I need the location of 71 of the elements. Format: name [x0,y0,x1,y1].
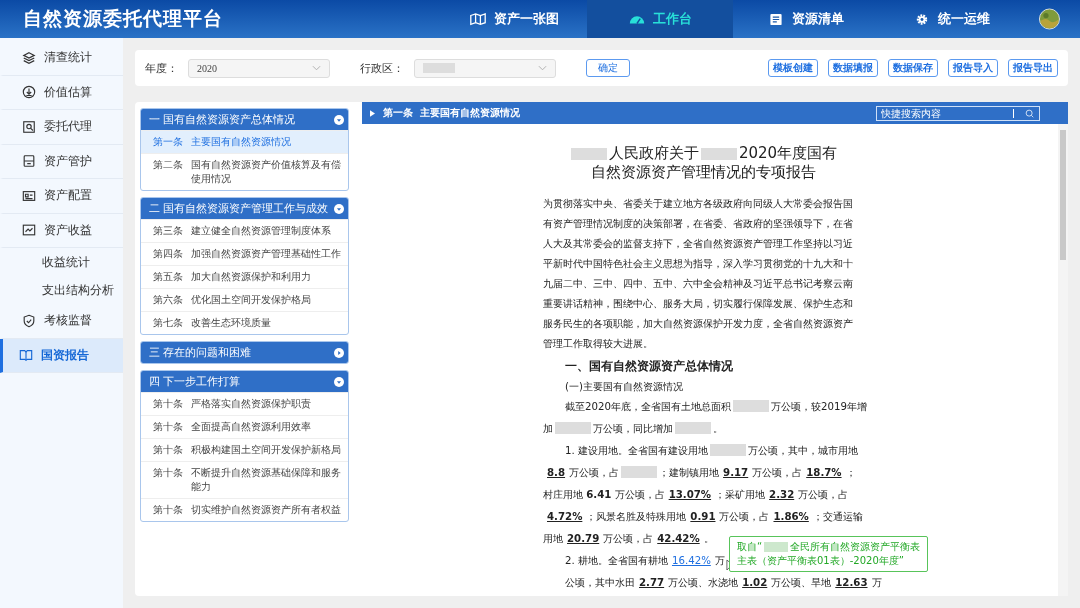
sidebar-item[interactable]: 资产管护 [0,144,123,179]
outline-item[interactable]: 第二条 国有自然资源资产价值核算及有偿使用情况 [141,153,348,190]
action-button[interactable]: 数据保存 [888,59,938,77]
outline-item[interactable]: 第一条 主要国有自然资源情况 [141,130,348,153]
source-tooltip: 取自“ 全民所有自然资源资产平衡表 主表（资产平衡表01表）-2020年度” [729,536,929,572]
sidebar-item[interactable]: 资产收益 [0,213,123,248]
paragraph: 截至2020年底，全省国有土地总面积 万公顷，较2019年增 加 万公顷，同比增加 。 [543,399,868,436]
action-button[interactable]: 报告导出 [1008,59,1058,77]
outline-item[interactable]: 第四条 加强自然资源资产管理基础性工作 [141,242,348,265]
paragraph-line: 公顷，其中水田 2.77 万公顷、水浇地 1.02 万公顷、旱地 12.63 万 [564,576,882,590]
id-card-icon [22,188,36,203]
drawer-icon [22,154,36,169]
select-field[interactable] [414,58,556,78]
value-link[interactable]: 16.42% [667,555,715,566]
map-icon [469,12,486,26]
collapse-icon [334,376,344,387]
subsection-heading: (一)主要国有自然资源情况 [564,380,684,394]
search-field[interactable]: 快捷搜索内容 [876,105,1040,121]
section-header[interactable]: 一 国有自然资源资产总体情况 [141,109,348,130]
section-header[interactable]: 四 下一步工作打算 [141,371,348,392]
sidebar-item[interactable]: 资产配置 [0,179,123,214]
confirm-button[interactable]: 确定 [586,59,630,77]
action-button[interactable]: 数据填报 [828,59,878,77]
nav-tab[interactable]: 资产一张图 [441,0,588,38]
sidebar-item[interactable]: 收益统计 [0,248,123,276]
breadcrumb: 第一条 主要国有自然资源情况 [383,106,520,120]
section-header[interactable]: 三 存在的问题和困难 [141,342,348,363]
outline-item[interactable]: 第十条 切实维护自然资源资产所有者权益 [141,498,348,521]
book-icon [19,348,33,363]
layers-icon [22,50,36,65]
nav-tab[interactable]: 资源清单 [733,0,880,38]
section-header[interactable]: 二 国有自然资源资产管理工作与成效 [141,198,348,219]
select-field[interactable]: 2020 [188,58,330,78]
outline-item[interactable]: 第十条 不断提升自然资源基础保障和服务能力 [141,461,348,498]
app-title: 自然资源委托代理平台 [22,6,224,31]
list-icon [768,12,785,26]
report-title: 人民政府关于 2020年度国有 自然资源资产管理情况的专项报告 [543,144,863,182]
sidebar-item[interactable]: 考核监督 [0,304,123,339]
filter-label: 行政区： [360,60,404,76]
sidebar-item[interactable]: 清查统计 [0,41,123,76]
chevron-down-icon [312,65,321,71]
sidebar-item[interactable]: 支出结构分析 [0,276,123,304]
outline-item[interactable]: 第七条 改善生态环境质量 [141,311,348,334]
section-heading: 一、国有自然资源资产总体情况 [564,358,734,375]
outline-item[interactable]: 第十条 积极构建国土空间开发保护新格局 [141,438,348,461]
play-icon [370,109,375,117]
nav-tab[interactable]: 工作台 [587,0,734,38]
sidebar-item[interactable]: 国资报告 [0,338,123,373]
filter-label: 年度： [145,60,178,76]
collapse-icon [334,203,344,214]
sidebar-item[interactable]: 价值估算 [0,75,123,110]
line-chart-icon [22,223,36,238]
outline-item[interactable]: 第十条 严格落实自然资源保护职责 [141,392,348,415]
nav-tab[interactable]: 统一运维 [879,0,1026,38]
outline-item[interactable]: 第五条 加大自然资源保护和利用力 [141,265,348,288]
outline-item[interactable]: 第三条 建立健全自然资源管理制度体系 [141,219,348,242]
expand-icon [334,347,344,358]
outline-item[interactable]: 第十条 全面提高自然资源利用效率 [141,415,348,438]
avatar[interactable] [1039,8,1060,30]
scrollbar[interactable] [1058,124,1068,596]
outline-item[interactable]: 第六条 优化国土空间开发保护格局 [141,288,348,311]
search-icon [1025,108,1034,118]
action-button[interactable]: 报告导入 [948,59,998,77]
collapse-icon [334,114,344,125]
sidebar-item[interactable]: 委托代理 [0,110,123,145]
shield-check-icon [22,313,36,328]
document-search-icon [22,119,36,134]
chevron-down-icon [538,65,547,71]
paragraph-line: 2. 耕地。全省国有耕地 16.42% 万 [564,554,725,568]
paragraph: 为贯彻落实中央、省委关于建立地方各级政府向同级人大常委会报告国 有资产管理情况制度的决策部署，在省委、省政府的坚强领导下，在省 人大及其常委会的监督支持下，全省自然资源资产管理工作坚持以习近 平新时代中国特色社会主义思想为指导，深入学习贯彻党的十九大和十 九届二中、三中、四中、五中、六中全会精神及习近平总书记考察云南 重要讲话精神，围绕中心、服务大局，切实履行保障发展、保护生态和 服务民生的各项职能，加大自然资源保护开发力度，全省自然资源资产 管理工作取得较大进展。 [543,197,854,351]
action-button[interactable]: 模板创建 [768,59,818,77]
